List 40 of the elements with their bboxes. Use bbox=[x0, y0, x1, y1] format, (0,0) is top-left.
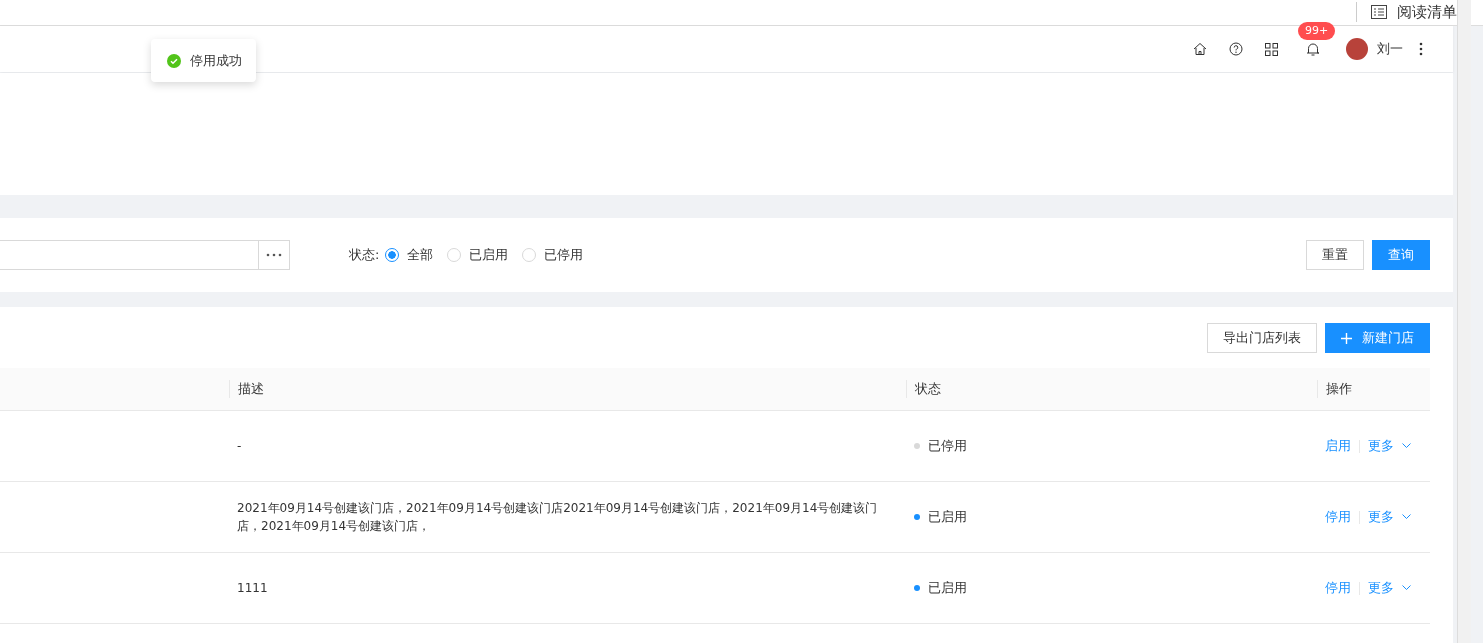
ellipsis-icon bbox=[266, 253, 282, 257]
chevron-down-icon[interactable] bbox=[1402, 585, 1411, 591]
status-text: 已启用 bbox=[928, 579, 967, 597]
chevron-down-icon[interactable] bbox=[1402, 514, 1411, 520]
toggle-link[interactable]: 停用 bbox=[1325, 508, 1351, 526]
reset-button[interactable]: 重置 bbox=[1306, 240, 1364, 270]
plus-icon bbox=[1341, 332, 1352, 344]
new-store-button[interactable]: 新建门店 bbox=[1325, 323, 1430, 353]
export-button[interactable]: 导出门店列表 bbox=[1207, 323, 1317, 353]
avatar[interactable] bbox=[1346, 38, 1368, 60]
more-link[interactable]: 更多 bbox=[1368, 508, 1394, 526]
column-header: 操作 bbox=[1326, 380, 1352, 398]
toggle-link[interactable]: 停用 bbox=[1325, 579, 1351, 597]
status-radio[interactable]: 已启用 bbox=[447, 246, 509, 264]
description-cell: - bbox=[237, 439, 242, 453]
status-label: 状态: bbox=[349, 246, 380, 264]
description-cell: 2021年09月14号创建该门店，2021年09月14号创建该门店2021年09月14号创建该门店，2021年09月14号创建该门店，2021年09月14号创建该门店， bbox=[237, 501, 878, 533]
chevron-down-icon[interactable] bbox=[1402, 443, 1411, 449]
scrollbar[interactable] bbox=[1457, 0, 1471, 643]
description-cell: 1111 bbox=[237, 581, 268, 595]
status-text: 已停用 bbox=[928, 437, 967, 455]
home-icon[interactable] bbox=[1193, 42, 1207, 56]
column-header: 描述 bbox=[238, 380, 264, 398]
column-header: 状态 bbox=[915, 380, 941, 398]
list-icon bbox=[1371, 5, 1387, 19]
status-radio[interactable]: 全部 bbox=[385, 246, 434, 264]
user-name[interactable]: 刘一 bbox=[1377, 40, 1403, 58]
more-vertical-icon[interactable] bbox=[1419, 42, 1423, 56]
status-text: 已启用 bbox=[928, 508, 967, 526]
success-check-icon bbox=[167, 53, 181, 68]
query-button[interactable]: 查询 bbox=[1372, 240, 1430, 270]
search-field[interactable] bbox=[0, 240, 290, 270]
apps-grid-icon[interactable] bbox=[1265, 42, 1278, 56]
status-radio[interactable]: 已停用 bbox=[522, 246, 584, 264]
more-link[interactable]: 更多 bbox=[1368, 437, 1394, 455]
help-icon[interactable] bbox=[1229, 42, 1243, 56]
toast: 停用成功 bbox=[151, 39, 256, 82]
toggle-link[interactable]: 启用 bbox=[1325, 437, 1351, 455]
bell-icon[interactable] bbox=[1306, 41, 1320, 57]
more-link[interactable]: 更多 bbox=[1368, 579, 1394, 597]
